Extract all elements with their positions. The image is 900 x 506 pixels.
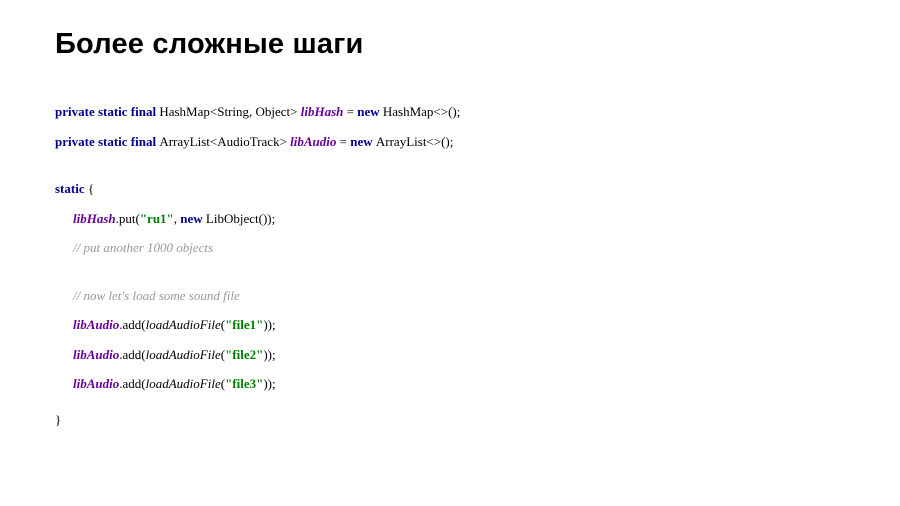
loader-fn: loadAudioFile bbox=[146, 317, 221, 332]
string-literal: "ru1" bbox=[140, 211, 174, 226]
type: ArrayList<AudioTrack> bbox=[159, 134, 290, 149]
string-literal: "file1" bbox=[225, 317, 263, 332]
string-literal: "file2" bbox=[225, 347, 263, 362]
method-put: .put( bbox=[116, 211, 140, 226]
brace-open: { bbox=[85, 181, 95, 196]
blank-line bbox=[55, 162, 845, 180]
code-line-put: libHash.put("ru1", new LibObject()); bbox=[55, 210, 845, 228]
field-libaudio: libAudio bbox=[73, 347, 119, 362]
keyword-new: new bbox=[180, 211, 206, 226]
constructor: LibObject()); bbox=[206, 211, 275, 226]
keyword-new: new bbox=[350, 134, 376, 149]
field-libaudio: libAudio bbox=[290, 134, 340, 149]
code-line-audio-1: libAudio.add(loadAudioFile("file1")); bbox=[55, 316, 845, 334]
slide: Более сложные шаги private static final … bbox=[0, 0, 900, 428]
code-line-static-open: static { bbox=[55, 180, 845, 198]
field-libaudio: libAudio bbox=[73, 376, 119, 391]
keyword: private static final bbox=[55, 134, 159, 149]
field-libhash: libHash bbox=[301, 104, 347, 119]
comment: // put another 1000 objects bbox=[73, 240, 213, 255]
loader-fn: loadAudioFile bbox=[146, 347, 221, 362]
string-literal: "file3" bbox=[225, 376, 263, 391]
code-line-audio-3: libAudio.add(loadAudioFile("file3")); bbox=[55, 375, 845, 393]
close: )); bbox=[263, 317, 275, 332]
keyword-new: new bbox=[357, 104, 383, 119]
field-libhash: libHash bbox=[73, 211, 116, 226]
equals: = bbox=[347, 104, 358, 119]
method-add: .add( bbox=[119, 317, 145, 332]
method-add: .add( bbox=[119, 347, 145, 362]
code-block: private static final HashMap<String, Obj… bbox=[55, 103, 845, 428]
close: )); bbox=[263, 347, 275, 362]
keyword: private static final bbox=[55, 104, 159, 119]
code-line-comment-2: // now let's load some sound file bbox=[55, 287, 845, 305]
constructor: HashMap<>(); bbox=[383, 104, 460, 119]
type: HashMap<String, Object> bbox=[159, 104, 300, 119]
code-line-comment-1: // put another 1000 objects bbox=[55, 239, 845, 257]
loader-fn: loadAudioFile bbox=[146, 376, 221, 391]
constructor: ArrayList<>(); bbox=[376, 134, 453, 149]
close: )); bbox=[263, 376, 275, 391]
method-add: .add( bbox=[119, 376, 145, 391]
field-libaudio: libAudio bbox=[73, 317, 119, 332]
comment: // now let's load some sound file bbox=[73, 288, 240, 303]
code-line-audio-2: libAudio.add(loadAudioFile("file2")); bbox=[55, 346, 845, 364]
equals: = bbox=[340, 134, 351, 149]
slide-title: Более сложные шаги bbox=[55, 28, 845, 61]
keyword-static: static bbox=[55, 181, 85, 196]
code-line-static-close: } bbox=[55, 411, 845, 429]
brace-close: } bbox=[55, 412, 61, 427]
code-line-decl-libhash: private static final HashMap<String, Obj… bbox=[55, 103, 845, 121]
blank-line bbox=[55, 269, 845, 287]
code-line-decl-libaudio: private static final ArrayList<AudioTrac… bbox=[55, 133, 845, 151]
